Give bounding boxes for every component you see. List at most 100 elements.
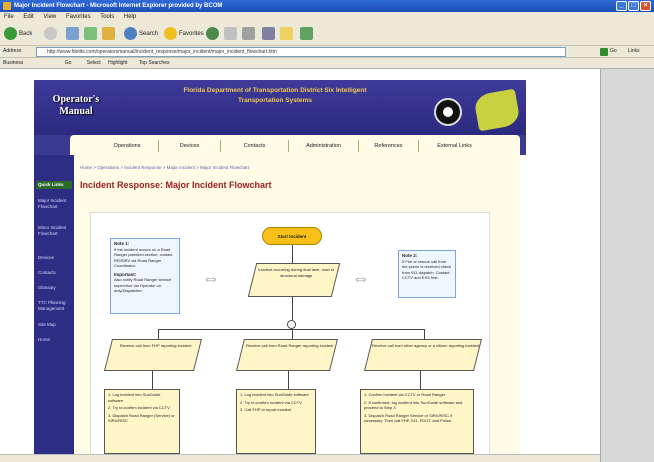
menu-view[interactable]: View [43, 14, 56, 20]
step-text: 2. Try to confirm incident via CCTV [108, 405, 170, 410]
page-title: Incident Response: Major Incident Flowch… [80, 180, 272, 190]
links-toolbar: Business Go Select Highlight Top Searche… [0, 58, 654, 69]
messenger-icon[interactable] [300, 27, 313, 40]
address-label: Address [3, 48, 22, 54]
connector-line [420, 371, 421, 389]
address-bar: Address http://www.fdotits.com/operators… [0, 46, 654, 58]
breadcrumb[interactable]: Home > Operations > Incident Response > … [80, 165, 420, 170]
home-icon[interactable] [102, 27, 115, 40]
department-title: Florida Department of Transportation Dis… [183, 87, 367, 104]
tab-references[interactable]: References [358, 140, 418, 152]
window-title: Major Incident Flowchart - Microsoft Int… [14, 3, 223, 9]
step-text: 1. Log incident into SunGuide software [240, 392, 309, 397]
ie-app-icon [3, 2, 11, 10]
step-text: 2. If confirmed, log incident into SunGu… [364, 399, 463, 411]
menu-tools[interactable]: Tools [100, 14, 114, 20]
branch-fhp-steps: 1. Log incident into SunGuide software 2… [104, 389, 180, 454]
maximize-button[interactable]: □ [628, 1, 639, 11]
links-item-highlight[interactable]: Highlight [108, 60, 127, 66]
forward-icon[interactable] [44, 27, 57, 40]
tab-administration[interactable]: Administration [288, 140, 358, 152]
browser-toolbar: Back Search Favorites [0, 22, 654, 46]
search-icon[interactable] [124, 27, 137, 40]
back-icon[interactable] [4, 27, 17, 40]
go-button-label[interactable]: Go [610, 48, 617, 54]
favorites-star-icon[interactable] [164, 27, 177, 40]
minimize-button[interactable]: _ [616, 1, 627, 11]
connector-line [292, 245, 293, 263]
note-2-text: If Fire or rescue call from the scene is… [402, 258, 452, 281]
double-arrow-left-icon: ⇔ [202, 268, 220, 288]
connector-line [292, 297, 293, 320]
decision-parallelogram[interactable]: Incident occurring during dual lane, roa… [247, 263, 341, 297]
branch-road-ranger-steps: 1. Log incident into SunGuide software 2… [236, 389, 316, 454]
connector-line [158, 329, 159, 339]
connector-line [292, 329, 293, 339]
menu-favorites[interactable]: Favorites [66, 14, 91, 20]
sidebar-item-site-map[interactable]: Site Map [38, 322, 72, 328]
go-arrow-icon[interactable] [600, 48, 608, 56]
double-arrow-right-icon: ⇔ [352, 268, 370, 288]
step-text: 2. Try to confirm incident via CCTV [240, 399, 302, 405]
connector-line [152, 371, 153, 389]
note-1-text: If the incident occurs on a Road Ranger … [114, 246, 173, 269]
refresh-icon[interactable] [84, 27, 97, 40]
tab-devices[interactable]: Devices [158, 140, 220, 152]
links-label[interactable]: Links [628, 48, 640, 54]
menu-bar: File Edit View Favorites Tools Help [0, 12, 654, 22]
note-2-box: Note 2: If Fire or rescue call from the … [398, 250, 456, 298]
links-item-select[interactable]: Select [87, 60, 101, 66]
connector-line [288, 371, 289, 389]
step-text: 3. Call FHP to report incident [240, 407, 292, 412]
tab-external-links[interactable]: External Links [418, 140, 490, 152]
folder-icon[interactable] [280, 27, 293, 40]
sidebar-item-devices[interactable]: Devices [38, 255, 72, 261]
note-1-box: Note 1: If the incident occurs on a Road… [110, 238, 180, 314]
connector-line [424, 329, 425, 339]
branch-fhp-node[interactable]: Receive call from FHP reporting incident [104, 339, 202, 371]
stop-icon[interactable] [66, 27, 79, 40]
menu-help[interactable]: Help [124, 14, 136, 20]
print-icon[interactable] [242, 27, 255, 40]
sidebar-item-home[interactable]: Home [38, 337, 72, 343]
step-text: 1. Confirm incident via CCTV or Road Ran… [364, 392, 446, 397]
tab-operations[interactable]: Operations [96, 140, 158, 152]
links-item-top-searches[interactable]: Top Searches [139, 60, 170, 66]
window-titlebar: Major Incident Flowchart - Microsoft Int… [0, 0, 654, 12]
edit-icon[interactable] [262, 27, 275, 40]
fdot-seal-icon [434, 98, 462, 126]
status-bar [0, 454, 600, 462]
menu-file[interactable]: File [4, 14, 14, 20]
sidebar-item-major-incident[interactable]: Major Incident Flowchart [38, 198, 72, 210]
flowchart-junction [287, 320, 296, 329]
sidebar-item-minor-incident[interactable]: Minor Incident Flowchart [38, 225, 72, 237]
branch-other-agency-steps: 1. Confirm incident via CCTV or Road Ran… [360, 389, 474, 454]
history-icon[interactable] [206, 27, 219, 40]
menu-edit[interactable]: Edit [23, 14, 33, 20]
sidebar-item-ttc-planning[interactable]: TTC Planning Management [38, 300, 72, 312]
step-text: 1. Log incident into SunGuide software [108, 392, 161, 403]
step-text: 3. Dispatch Road Ranger (Service) or SIR… [108, 412, 175, 424]
note-1-important-text: Also notify Road Ranger service supervis… [114, 277, 172, 293]
mail-icon[interactable] [224, 27, 237, 40]
sidebar-header: Quick Links [36, 181, 72, 189]
branch-road-ranger-node[interactable]: Receive call from Road Ranger reporting … [236, 339, 338, 371]
favorites-button-label[interactable]: Favorites [179, 27, 204, 41]
branch-connector-line [158, 329, 424, 330]
links-business-label[interactable]: Business [3, 60, 23, 66]
branch-other-agency-node[interactable]: Receive call from other agency or a citi… [364, 339, 482, 371]
address-input[interactable]: http://www.fdotits.com/operatorsmanual/i… [36, 47, 566, 57]
sidebar-item-glossary[interactable]: Glossary [38, 285, 72, 291]
flowchart-start-node[interactable]: Start Incident [262, 227, 322, 245]
branch-other-agency-text: Receive call from other agency or a citi… [372, 343, 480, 348]
back-button-label[interactable]: Back [19, 27, 32, 41]
operators-manual-logo[interactable]: Operator's Manual [40, 86, 112, 130]
vertical-scrollbar[interactable] [600, 69, 654, 462]
tab-contacts[interactable]: Contacts [220, 140, 288, 152]
decision-text: Incident occurring during dual lane, roa… [258, 267, 335, 278]
close-button[interactable]: × [640, 1, 651, 11]
search-button-label[interactable]: Search [139, 27, 158, 41]
step-text: 3. Dispatch Road Ranger Service or SIRV/… [364, 412, 453, 424]
sidebar-item-contacts[interactable]: Contacts [38, 270, 72, 276]
links-item-go[interactable]: Go [65, 60, 72, 66]
